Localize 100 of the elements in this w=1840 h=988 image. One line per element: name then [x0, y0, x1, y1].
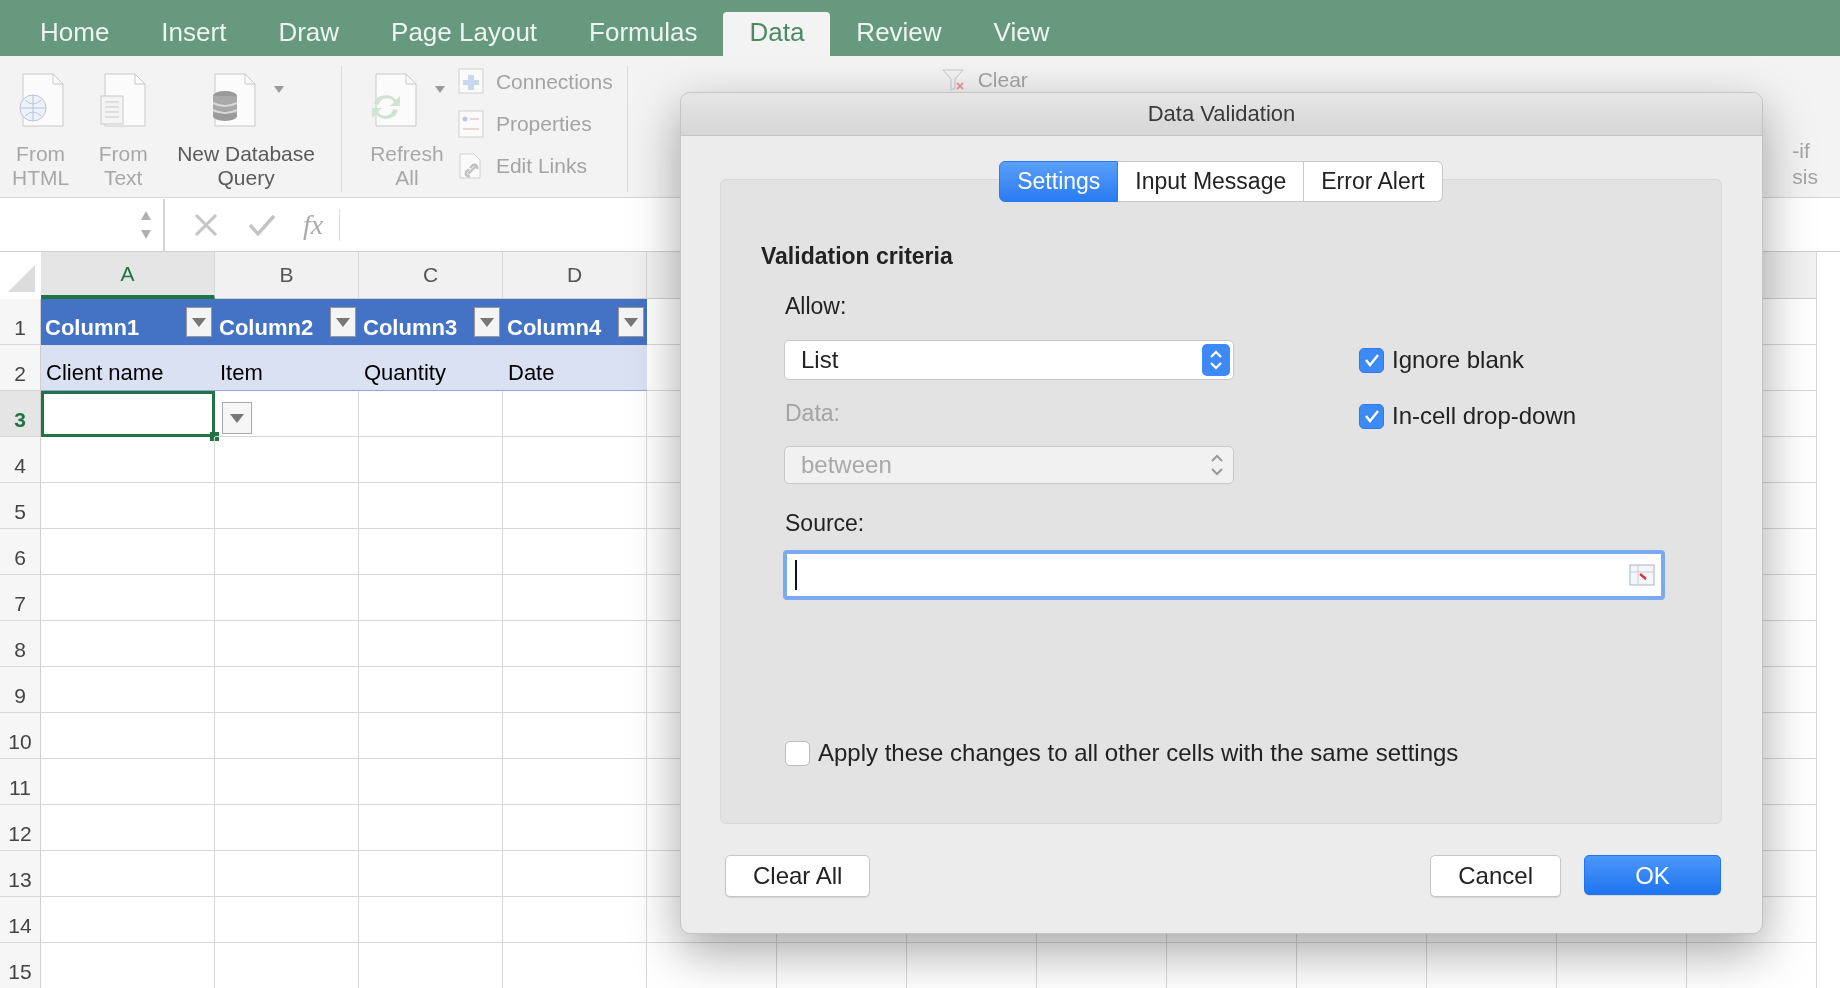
allow-dropdown[interactable]: List [784, 340, 1234, 380]
empty-cell[interactable] [215, 851, 359, 897]
table-header: Column4 [507, 315, 603, 341]
table-cell[interactable]: Client name [41, 345, 215, 391]
empty-cell[interactable] [215, 667, 359, 713]
caret-icon [624, 317, 638, 327]
row-header[interactable]: 6 [0, 529, 41, 575]
table-header: Column2 [219, 315, 315, 341]
link-icon [457, 152, 484, 180]
checkbox[interactable] [1359, 403, 1384, 429]
checkbox-label: In-cell drop-down [1392, 402, 1577, 430]
empty-cell[interactable] [503, 483, 647, 529]
empty-cell[interactable] [359, 667, 503, 713]
column-header[interactable]: D [503, 252, 647, 299]
empty-cell[interactable] [215, 897, 359, 943]
checkbox[interactable] [1359, 347, 1384, 373]
table-cell[interactable]: Quantity [359, 345, 503, 391]
empty-cell[interactable] [215, 529, 359, 575]
column-header[interactable]: A [41, 252, 215, 299]
empty-cell[interactable] [215, 483, 359, 529]
row-header[interactable]: 3 [0, 391, 41, 437]
empty-cell[interactable] [359, 805, 503, 851]
source-field[interactable] [783, 550, 1665, 600]
empty-cell[interactable] [359, 621, 503, 667]
row-header[interactable]: 4 [0, 437, 41, 483]
table-cell[interactable]: Item [215, 345, 359, 391]
row-header[interactable]: 1 [0, 299, 41, 345]
column-header[interactable]: B [215, 252, 359, 299]
empty-cell[interactable] [215, 437, 359, 483]
row-header[interactable]: 10 [0, 713, 41, 759]
checkbox-label: Apply these changes to all other cells with the same settings [818, 739, 1459, 767]
empty-cell[interactable] [359, 575, 503, 621]
dialog-tab[interactable]: Input Message [1118, 161, 1305, 202]
empty-cell[interactable] [503, 805, 647, 851]
row-header[interactable]: 8 [0, 621, 41, 667]
row-header[interactable]: 7 [0, 575, 41, 621]
empty-cell[interactable] [215, 805, 359, 851]
empty-cell[interactable] [359, 437, 503, 483]
fill-handle[interactable] [210, 432, 219, 441]
empty-cell[interactable] [503, 897, 647, 943]
empty-cell[interactable] [359, 483, 503, 529]
stepper-icon [1202, 344, 1230, 376]
empty-cell[interactable] [215, 759, 359, 805]
connections-icon [457, 68, 484, 96]
empty-cell[interactable] [503, 437, 647, 483]
dialog-button[interactable]: Cancel [1430, 855, 1561, 897]
empty-cell[interactable] [359, 851, 503, 897]
empty-cell[interactable] [215, 713, 359, 759]
ribbon-button[interactable]: New Database Query [165, 72, 327, 190]
empty-cell[interactable] [215, 391, 359, 437]
empty-cell[interactable] [503, 621, 647, 667]
empty-cell[interactable] [359, 529, 503, 575]
empty-cell[interactable] [359, 759, 503, 805]
table-header: Column1 [45, 315, 141, 341]
text-cursor [795, 560, 797, 590]
table-cell[interactable]: Date [503, 345, 647, 391]
row-header[interactable]: 2 [0, 345, 41, 391]
empty-cell[interactable] [503, 759, 647, 805]
ok-button[interactable]: OK [1584, 855, 1721, 895]
row-header[interactable]: 12 [0, 805, 41, 851]
cell-dropdown-button[interactable] [222, 402, 252, 434]
empty-cell[interactable] [359, 391, 503, 437]
checkmark-icon [1363, 409, 1380, 423]
empty-cell[interactable] [503, 575, 647, 621]
column-header[interactable]: C [359, 252, 503, 299]
filter-button[interactable] [618, 307, 644, 337]
empty-cell[interactable] [215, 575, 359, 621]
empty-cell[interactable] [359, 897, 503, 943]
empty-cell[interactable] [503, 713, 647, 759]
ribbon-tab[interactable]: Data [723, 12, 831, 56]
field-label: Allow: [785, 292, 848, 320]
empty-cell[interactable] [503, 851, 647, 897]
empty-cell[interactable] [503, 529, 647, 575]
checkmark-icon [1363, 353, 1380, 367]
properties-icon [457, 110, 484, 138]
field-label: Data: [785, 399, 841, 427]
field-label: Source: [785, 509, 866, 537]
empty-cell[interactable] [503, 667, 647, 713]
dialog-button[interactable]: Clear All [725, 855, 871, 897]
empty-cell[interactable] [503, 391, 647, 437]
dialog-tab[interactable]: Error Alert [1304, 161, 1443, 202]
row-header[interactable]: 13 [0, 851, 41, 897]
caret-icon [230, 413, 244, 423]
checkbox[interactable] [785, 740, 810, 766]
filter-button[interactable] [474, 307, 500, 337]
caret-icon [192, 317, 206, 327]
filter-button[interactable] [330, 307, 356, 337]
row-header[interactable]: 11 [0, 759, 41, 805]
row-header[interactable]: 5 [0, 483, 41, 529]
filter-button[interactable] [186, 307, 212, 337]
row-header[interactable]: 9 [0, 667, 41, 713]
row-header[interactable]: 15 [0, 943, 41, 988]
empty-cell[interactable] [215, 621, 359, 667]
caret-icon [336, 317, 350, 327]
section-title: Validation criteria [761, 242, 954, 270]
ribbon-label-fragment: -if sis [1792, 138, 1818, 190]
empty-cell[interactable] [359, 713, 503, 759]
row-header[interactable]: 14 [0, 897, 41, 943]
cancel-icon [193, 211, 219, 238]
caret-icon [480, 317, 494, 327]
